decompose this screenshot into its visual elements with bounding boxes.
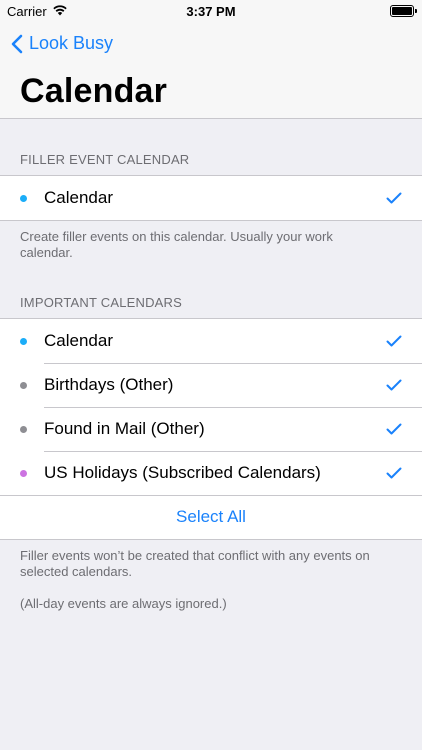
footer-text: Create filler events on this calendar. U…	[20, 229, 333, 260]
status-bar: Carrier 3:37 PM	[0, 0, 422, 22]
select-all-button[interactable]: Select All	[0, 495, 422, 539]
checkmark-icon	[386, 335, 402, 347]
page-title: Calendar	[20, 72, 168, 110]
filler-calendar-group: Calendar	[0, 175, 422, 221]
status-time: 3:37 PM	[186, 4, 236, 19]
battery-icon	[390, 5, 417, 17]
filler-calendar-row[interactable]: Calendar	[0, 176, 422, 220]
section-footer-important: Filler events won’t be created that conf…	[0, 540, 422, 612]
calendar-color-dot	[20, 381, 27, 389]
calendar-color-dot	[20, 194, 27, 202]
back-button-label: Look Busy	[29, 33, 114, 53]
back-button[interactable]: Look Busy	[11, 33, 113, 54]
checkmark-icon	[386, 379, 402, 391]
section-header-filler: FILLER EVENT CALENDAR	[20, 152, 190, 167]
checkmark-icon	[386, 467, 402, 479]
navigation-bar: Look Busy Calendar	[0, 22, 422, 119]
calendar-color-dot	[20, 337, 27, 345]
important-calendar-row[interactable]: Birthdays (Other)	[0, 363, 422, 407]
footer-text: Filler events won’t be created that conf…	[20, 548, 370, 579]
calendar-color-dot	[20, 425, 27, 433]
checkmark-icon	[386, 423, 402, 435]
calendar-name: Birthdays (Other)	[44, 375, 174, 394]
important-calendar-row[interactable]: Found in Mail (Other)	[0, 407, 422, 451]
important-calendar-row[interactable]: Calendar	[0, 319, 422, 363]
calendar-name: US Holidays (Subscribed Calendars)	[44, 463, 321, 482]
section-footer-filler: Create filler events on this calendar. U…	[0, 221, 360, 261]
section-header-important: IMPORTANT CALENDARS	[20, 295, 182, 310]
checkmark-icon	[386, 192, 402, 204]
important-calendar-row[interactable]: US Holidays (Subscribed Calendars)	[0, 451, 422, 495]
calendar-name: Calendar	[44, 188, 113, 207]
calendar-name: Found in Mail (Other)	[44, 419, 205, 438]
important-calendars-group: Calendar Birthdays (Other) Found in Mail…	[0, 318, 422, 540]
select-all-label: Select All	[176, 507, 246, 526]
chevron-left-icon	[11, 34, 23, 53]
calendar-color-dot	[20, 469, 27, 477]
footer-note: (All-day events are always ignored.)	[20, 596, 227, 611]
calendar-name: Calendar	[44, 331, 113, 350]
